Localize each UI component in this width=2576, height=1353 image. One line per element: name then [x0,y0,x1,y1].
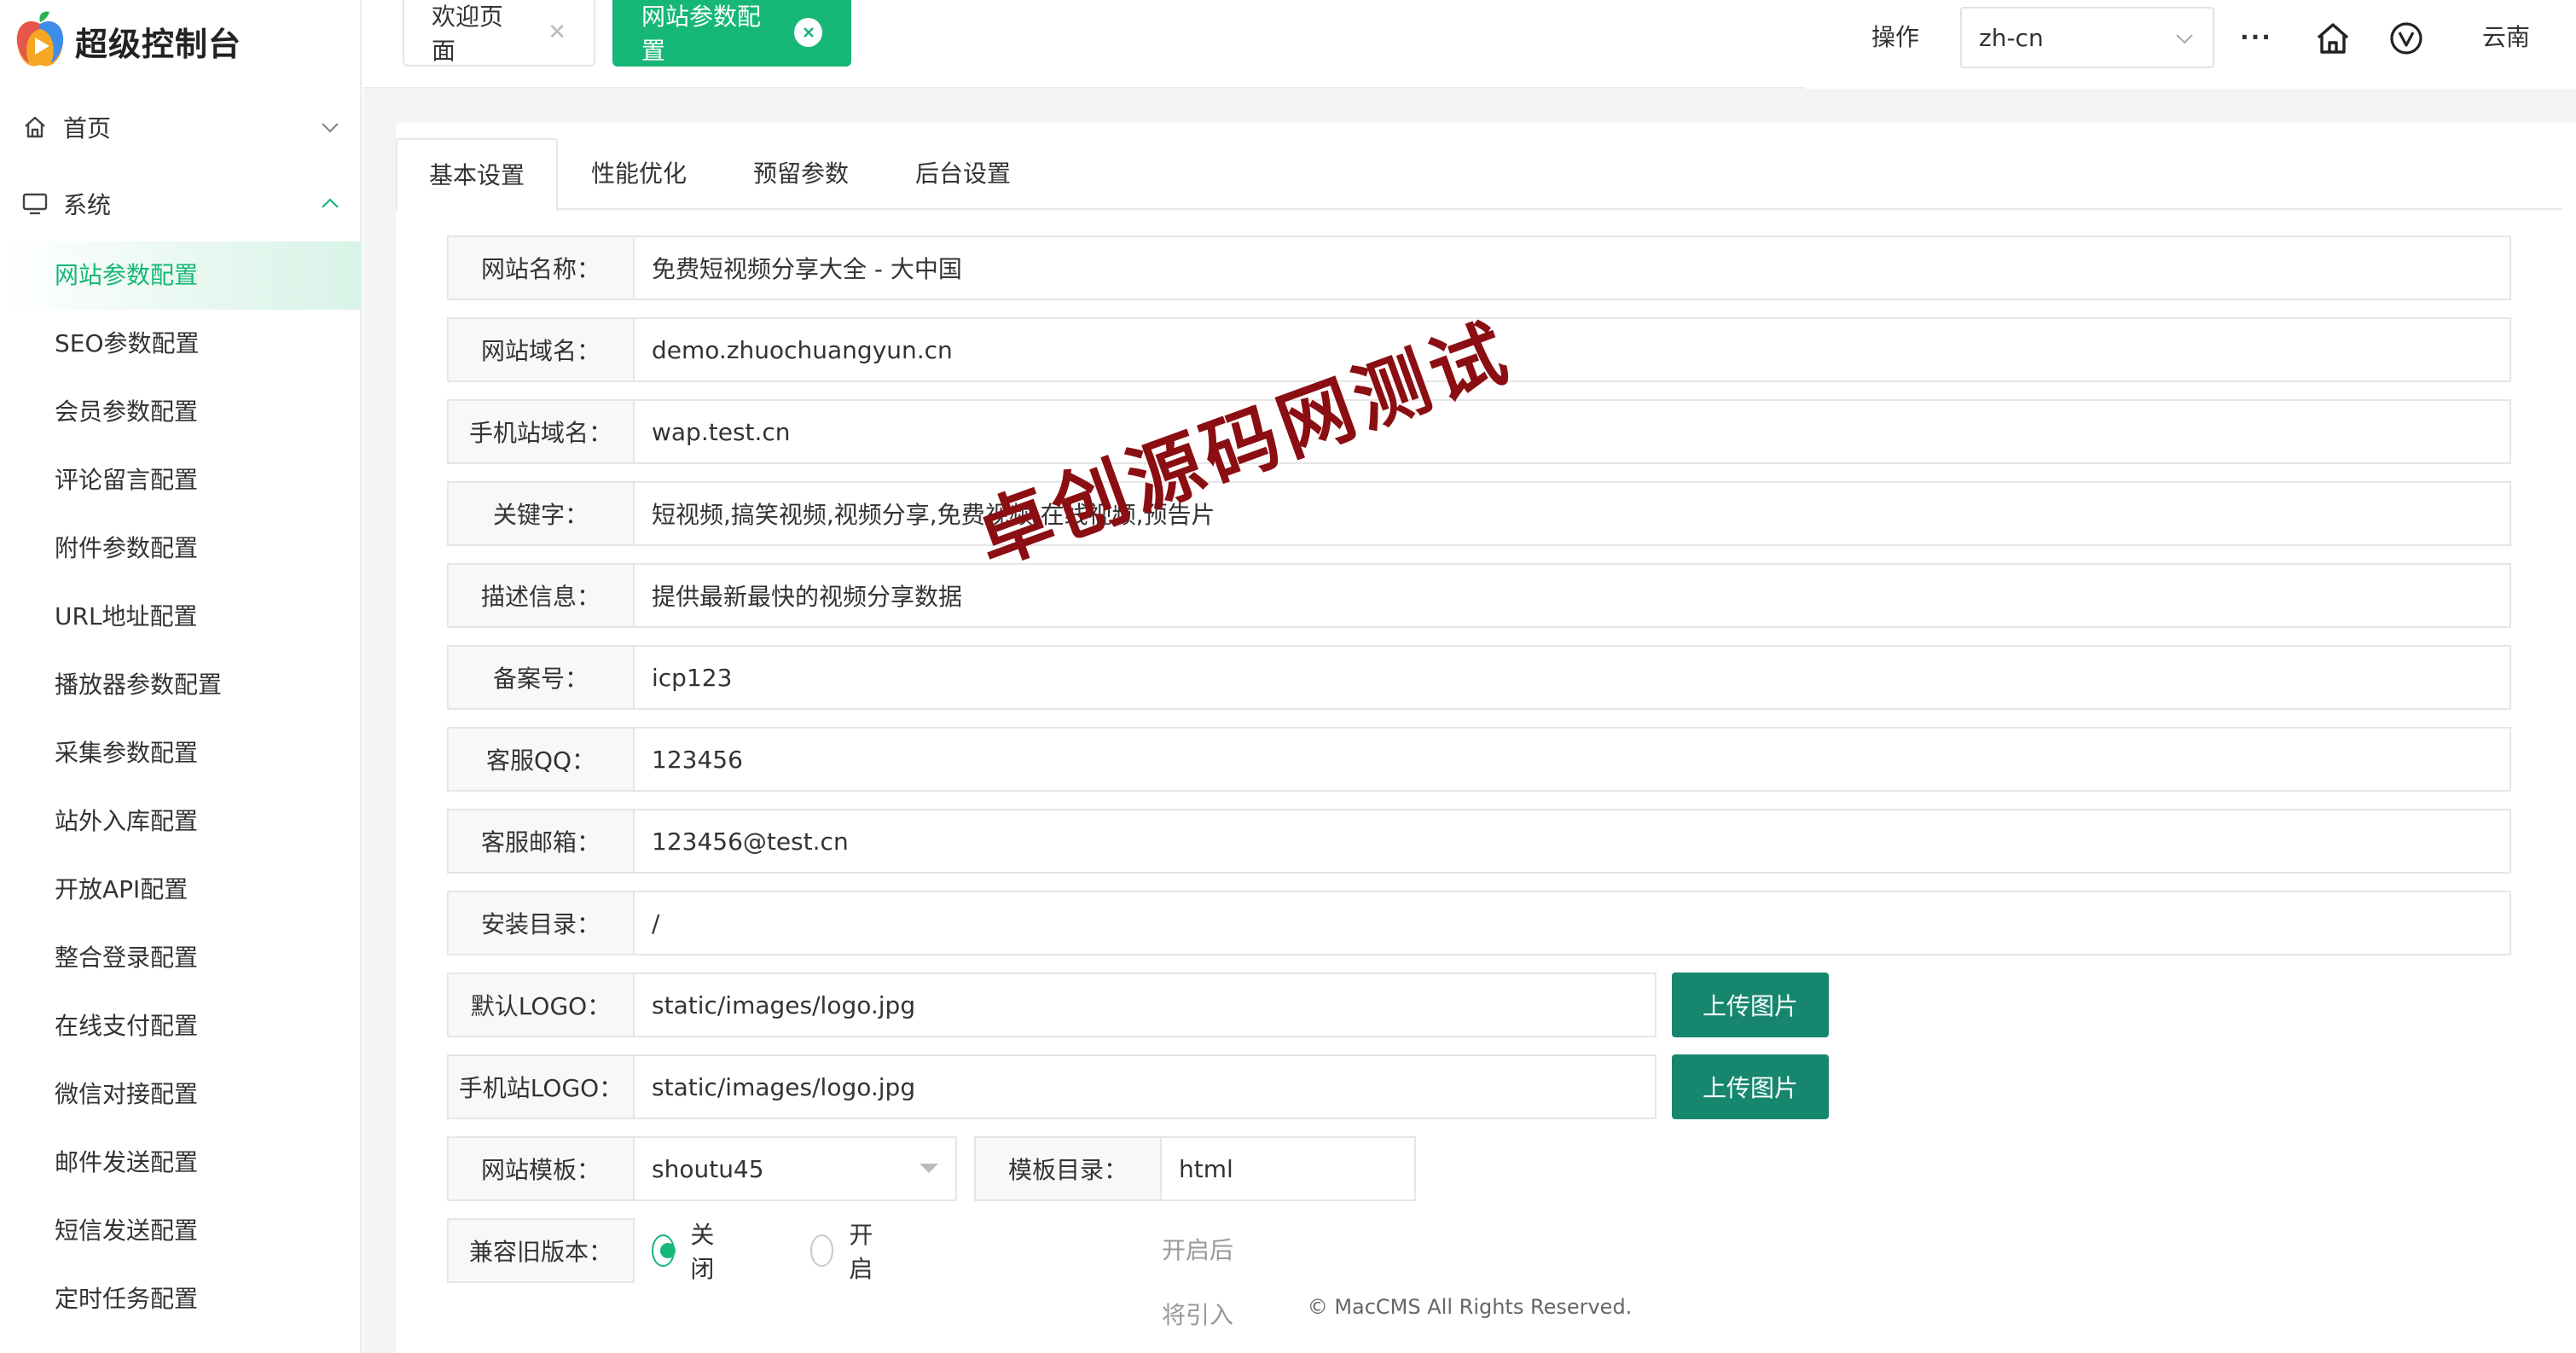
sidebar-item-import-config[interactable]: 站外入库配置 [0,787,362,856]
user-menu[interactable]: 云南 [2482,19,2530,56]
field-label: 网站模板： [447,1136,635,1201]
field-label: 默认LOGO： [447,973,635,1037]
field-label: 模板目录： [974,1136,1162,1201]
field-label: 描述信息： [447,563,635,628]
sidebar-item-email-config[interactable]: 邮件发送配置 [0,1129,362,1197]
field-label: 兼容旧版本： [447,1218,635,1283]
sidebar-item-attachment-config[interactable]: 附件参数配置 [0,514,362,583]
radio-label: 关闭 [690,1221,715,1283]
field-label: 关键字： [447,481,635,546]
mobile-domain-input[interactable]: wap.test.cn [633,399,2511,464]
sidebar-item-url-config[interactable]: URL地址配置 [0,583,362,651]
nav-group-label: 系统 [63,191,112,219]
close-circle-icon[interactable] [794,18,822,47]
tab-performance[interactable]: 性能优化 [558,138,720,210]
sidebar-item-member-config[interactable]: 会员参数配置 [0,378,362,446]
tab-basic-settings[interactable]: 基本设置 [396,138,558,212]
radio-compat-off[interactable]: 关闭 [652,1218,723,1283]
sidebar-item-payment-config[interactable]: 在线支付配置 [0,992,362,1060]
sidebar-item-collect-config[interactable]: 采集参数配置 [0,719,362,787]
radio-checked-icon [652,1234,676,1267]
page-tab-welcome[interactable]: 欢迎页面 ✕ [403,0,595,67]
upload-mobile-logo-button[interactable]: 上传图片 [1672,1054,1829,1119]
sidebar-item-player-config[interactable]: 播放器参数配置 [0,651,362,719]
version-icon[interactable] [2387,19,2426,58]
home-icon [20,113,49,142]
field-label: 备案号： [447,645,635,710]
sidebar-menu: 网站参数配置 SEO参数配置 会员参数配置 评论留言配置 附件参数配置 URL地… [0,241,362,1333]
close-icon[interactable]: ✕ [548,20,566,45]
compat-hint: 开启后将引入polyfill兼容旧版本浏览器 [1162,1236,1234,1329]
sidebar-item-wechat-config[interactable]: 微信对接配置 [0,1060,362,1129]
description-input[interactable]: 提供最新最快的视频分享数据 [633,563,2511,628]
chevron-up-icon [317,191,343,217]
field-label: 网站域名： [447,317,635,382]
field-label: 手机站LOGO： [447,1054,635,1119]
operate-menu[interactable]: 操作 [1871,19,1919,56]
radio-label: 开启 [849,1221,873,1283]
nav-group-label: 首页 [63,114,112,142]
app-title: 超级控制台 [75,25,242,63]
sidebar-item-seo-config[interactable]: SEO参数配置 [0,310,362,378]
site-domain-input[interactable]: demo.zhuochuangyun.cn [633,317,2511,382]
radio-unchecked-icon [810,1234,834,1267]
icp-input[interactable]: icp123 [633,645,2511,710]
page-tab-site-config[interactable]: 网站参数配置 [612,0,851,67]
field-label: 客服邮箱： [447,809,635,874]
template-select[interactable]: shoutu45 [633,1136,957,1201]
qq-input[interactable]: 123456 [633,727,2511,792]
copyright-footer: © MacCMS All Rights Reserved. [1307,1295,1633,1319]
default-logo-input[interactable]: static/images/logo.jpg [633,973,1656,1037]
sidebar-item-login-config[interactable]: 整合登录配置 [0,924,362,992]
sidebar-item-site-config[interactable]: 网站参数配置 [0,241,362,310]
logo-apple-icon [12,10,68,72]
tab-reserved-params[interactable]: 预留参数 [720,138,882,210]
monitor-icon [20,189,49,218]
language-value: zh-cn [1979,23,2044,52]
install-dir-input[interactable]: / [633,891,2511,955]
radio-compat-on[interactable]: 开启 [810,1218,882,1283]
tab-admin-settings[interactable]: 后台设置 [882,138,1044,210]
caret-down-icon [920,1164,938,1173]
email-input[interactable]: 123456@test.cn [633,809,2511,874]
app-logo[interactable]: 超级控制台 [12,7,241,75]
sidebar-item-sms-config[interactable]: 短信发送配置 [0,1197,362,1265]
settings-tabs: 基本设置 性能优化 预留参数 后台设置 [396,138,2562,212]
sidebar-item-api-config[interactable]: 开放API配置 [0,856,362,924]
mobile-logo-input[interactable]: static/images/logo.jpg [633,1054,1656,1119]
language-select[interactable]: zh-cn [1960,7,2214,68]
page-tab-label: 网站参数配置 [641,3,762,65]
home-icon[interactable] [2313,19,2353,58]
field-label: 手机站域名： [447,399,635,464]
site-name-input[interactable]: 免费短视频分享大全 - 大中国 [633,235,2511,300]
chevron-down-icon [317,114,343,140]
chevron-down-icon [2172,26,2197,51]
more-icon[interactable]: ··· [2240,19,2272,56]
template-value: shoutu45 [652,1154,764,1183]
app-root: 超级控制台 首页 系统 网站参数配置 SEO参数配置 会员参数配置 评论留言配置… [0,0,2576,1353]
upload-default-logo-button[interactable]: 上传图片 [1672,973,1829,1037]
sidebar: 超级控制台 首页 系统 网站参数配置 SEO参数配置 会员参数配置 评论留言配置… [0,0,362,1353]
template-dir-input[interactable]: html [1160,1136,1416,1201]
field-label: 网站名称： [447,235,635,300]
keywords-input[interactable]: 短视频,搞笑视频,视频分享,免费视频,在线视频,预告片 [633,481,2511,546]
page-tab-label: 欢迎页面 [432,3,504,65]
nav-group-system[interactable]: 系统 [0,165,362,242]
nav-group-home[interactable]: 首页 [0,89,362,165]
field-label: 客服QQ： [447,727,635,792]
sidebar-item-comment-config[interactable]: 评论留言配置 [0,446,362,514]
tabbar-divider [363,87,1805,89]
field-label: 安装目录： [447,891,635,955]
